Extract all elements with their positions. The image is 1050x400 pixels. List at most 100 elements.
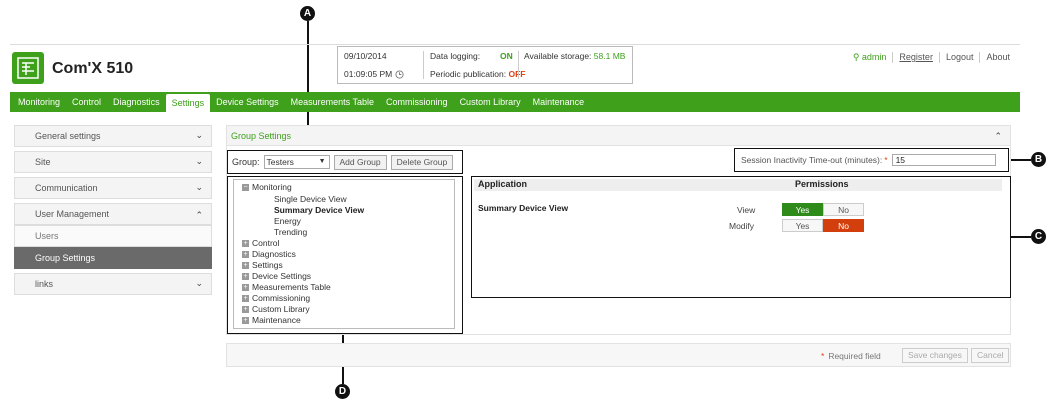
permission-tree: − Monitoring Single Device View Summary D… xyxy=(227,176,463,334)
tree-node-energy[interactable]: Energy xyxy=(274,216,301,226)
save-changes-button[interactable]: Save changes xyxy=(902,348,968,363)
tab-device-settings[interactable]: Device Settings xyxy=(210,92,285,112)
storage-value: 58.1 MB xyxy=(593,51,626,61)
callout-d: D xyxy=(335,384,350,399)
expand-icon[interactable]: + xyxy=(242,250,249,258)
session-timeout-input[interactable]: 15 xyxy=(891,154,996,166)
col-application: Application xyxy=(478,179,527,189)
tree-node-summary-device-view[interactable]: Summary Device View xyxy=(274,205,364,215)
main-nav: Monitoring Control Diagnostics Settings … xyxy=(10,92,1020,112)
sidebar-item-users[interactable]: Users xyxy=(14,225,212,247)
expand-icon[interactable]: + xyxy=(242,316,249,324)
tree-node-label: Measurements Table xyxy=(252,282,331,292)
expand-icon[interactable]: + xyxy=(242,239,249,247)
tree-node-single-device-view[interactable]: Single Device View xyxy=(274,194,347,204)
modify-yes-button[interactable]: Yes xyxy=(782,219,823,232)
tree-node-label: Monitoring xyxy=(252,182,292,192)
user-link[interactable]: ⚲ admin xyxy=(847,52,893,63)
expand-icon[interactable]: + xyxy=(242,305,249,313)
panel-title: Group Settings xyxy=(231,131,292,141)
tab-diagnostics[interactable]: Diagnostics xyxy=(107,92,166,112)
tree-node-monitoring[interactable]: − Monitoring xyxy=(242,182,292,192)
tree-node-label: Settings xyxy=(252,260,283,270)
tab-custom-library[interactable]: Custom Library xyxy=(454,92,527,112)
expand-icon[interactable]: + xyxy=(242,272,249,280)
expand-icon[interactable]: + xyxy=(242,261,249,269)
tab-measurements-table[interactable]: Measurements Table xyxy=(285,92,380,112)
delete-group-button[interactable]: Delete Group xyxy=(390,154,454,170)
app-logo xyxy=(12,52,44,84)
tree-node-custom-library[interactable]: + Custom Library xyxy=(242,304,310,314)
tree-node-label: Control xyxy=(252,238,280,248)
sidebar-item-user-management[interactable]: User Management ⌃ xyxy=(14,203,212,225)
periodic-label: Periodic publication: xyxy=(430,69,507,79)
storage-label: Available storage: xyxy=(524,51,592,61)
logo-icon xyxy=(17,57,39,79)
sidebar: General settings ⌄ Site ⌄ Communication ⌄ U… xyxy=(14,125,212,299)
status-time: 01:09:05 PM xyxy=(344,69,393,79)
status-separator xyxy=(518,51,519,79)
data-logging-label: Data logging: xyxy=(430,51,481,61)
tree-list: − Monitoring Single Device View Summary D… xyxy=(233,179,455,329)
session-timeout: Session Inactivity Time-out (minutes): *… xyxy=(734,148,1009,172)
tree-node-label: Maintenance xyxy=(252,315,301,325)
tab-maintenance[interactable]: Maintenance xyxy=(527,92,591,112)
session-label: Session Inactivity Time-out (minutes): xyxy=(741,155,883,165)
tab-monitoring[interactable]: Monitoring xyxy=(12,92,66,112)
top-links: ⚲ admin Register Logout About xyxy=(847,52,1016,63)
collapse-icon[interactable]: − xyxy=(242,183,249,191)
status-time-row: 01:09:05 PM xyxy=(344,69,404,79)
view-no-button[interactable]: No xyxy=(823,203,864,216)
view-yes-button[interactable]: Yes xyxy=(782,203,823,216)
add-group-button[interactable]: Add Group xyxy=(333,154,387,170)
chevron-up-icon: ⌃ xyxy=(195,210,203,220)
sidebar-item-communication[interactable]: Communication ⌄ xyxy=(14,177,212,199)
about-link[interactable]: About xyxy=(979,52,1016,63)
header-divider xyxy=(10,44,1020,45)
collapse-icon[interactable]: ⌃ xyxy=(994,126,1002,146)
tab-settings[interactable]: Settings xyxy=(165,94,211,112)
tree-node-diagnostics[interactable]: + Diagnostics xyxy=(242,249,296,259)
expand-icon[interactable]: + xyxy=(242,283,249,291)
periodic-publication: Periodic publication: OFF xyxy=(430,69,525,79)
required-star: * xyxy=(821,351,825,361)
required-marker: * xyxy=(884,155,888,165)
permissions-panel: Application Permissions Summary Device V… xyxy=(471,176,1011,298)
tree-node-control[interactable]: + Control xyxy=(242,238,279,248)
callout-a: A xyxy=(300,6,315,21)
register-link[interactable]: Register xyxy=(892,52,939,63)
status-separator xyxy=(423,51,424,79)
callout-b: B xyxy=(1031,152,1046,167)
app-title: Com'X 510 xyxy=(52,60,134,77)
tree-node-settings[interactable]: + Settings xyxy=(242,260,283,270)
tree-node-label: Custom Library xyxy=(252,304,310,314)
tree-node-measurements-table[interactable]: + Measurements Table xyxy=(242,282,331,292)
sidebar-item-general-settings[interactable]: General settings ⌄ xyxy=(14,125,212,147)
user-name: admin xyxy=(861,52,887,62)
status-date: 09/10/2014 xyxy=(344,51,387,61)
periodic-value: OFF xyxy=(508,69,526,79)
tree-node-commissioning[interactable]: + Commissioning xyxy=(242,293,310,303)
tree-node-label: Device Settings xyxy=(252,271,312,281)
sidebar-item-site[interactable]: Site ⌄ xyxy=(14,151,212,173)
storage-info: Available storage: 58.1 MB xyxy=(524,51,625,61)
callout-b-line xyxy=(1009,159,1031,161)
tree-node-trending[interactable]: Trending xyxy=(274,227,307,237)
logout-link[interactable]: Logout xyxy=(938,52,980,63)
clock-icon xyxy=(395,69,404,79)
sidebar-item-group-settings[interactable]: Group Settings xyxy=(14,247,212,269)
tree-node-maintenance[interactable]: + Maintenance xyxy=(242,315,301,325)
modify-no-button[interactable]: No xyxy=(823,219,864,232)
chevron-down-icon: ⌄ xyxy=(195,278,203,288)
tab-commissioning[interactable]: Commissioning xyxy=(380,92,454,112)
cancel-button[interactable]: Cancel xyxy=(971,348,1010,363)
tab-control[interactable]: Control xyxy=(66,92,107,112)
tree-node-label: Diagnostics xyxy=(252,249,296,259)
sidebar-item-links[interactable]: links ⌄ xyxy=(14,273,212,295)
group-select[interactable]: Testers ▼ xyxy=(263,155,330,169)
permissions-header: Application Permissions xyxy=(474,179,1002,191)
panel-header: Group Settings ⌃ xyxy=(227,126,1010,146)
chevron-down-icon: ⌄ xyxy=(195,182,203,192)
tree-node-device-settings[interactable]: + Device Settings xyxy=(242,271,311,281)
expand-icon[interactable]: + xyxy=(242,294,249,302)
